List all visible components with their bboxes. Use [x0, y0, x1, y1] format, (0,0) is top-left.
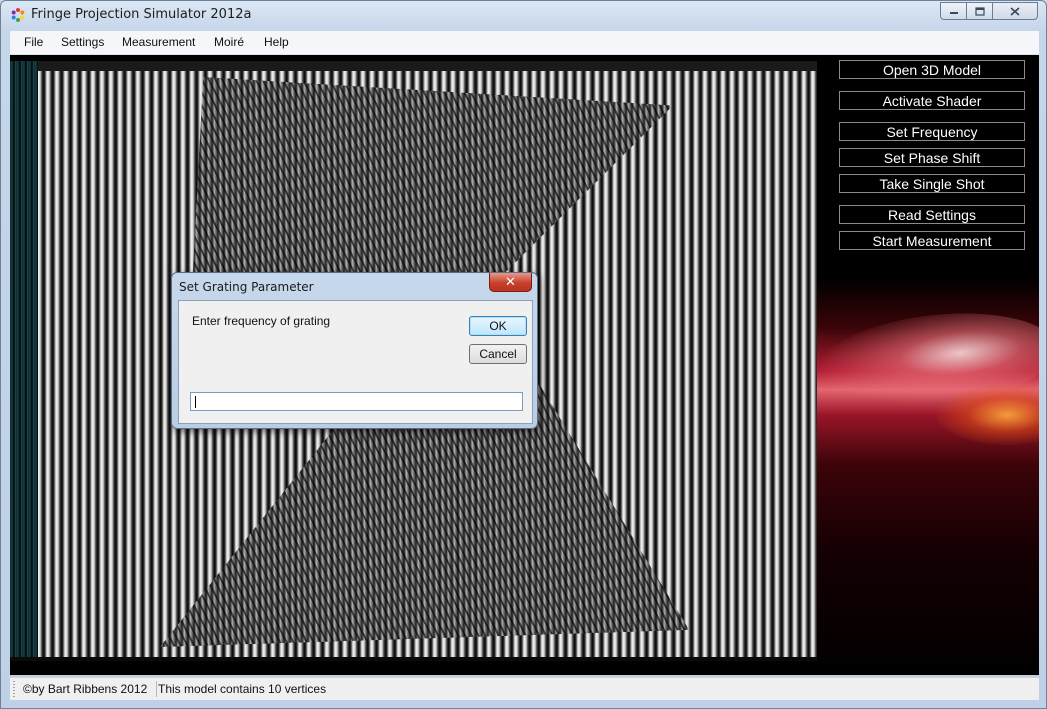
- menu-help[interactable]: Help: [264, 35, 289, 49]
- open-3d-model-button[interactable]: Open 3D Model: [839, 60, 1025, 79]
- fringe-edge: [10, 61, 40, 657]
- set-grating-dialog: Set Grating Parameter ✕ Enter frequency …: [171, 272, 538, 429]
- close-icon: [1010, 6, 1020, 16]
- dialog-title: Set Grating Parameter: [179, 280, 314, 294]
- close-icon: ✕: [505, 274, 516, 290]
- ok-button[interactable]: OK: [469, 316, 527, 336]
- menu-moire[interactable]: Moiré: [214, 35, 244, 49]
- status-info: This model contains 10 vertices: [158, 682, 327, 696]
- cancel-button[interactable]: Cancel: [469, 344, 527, 364]
- menu-bar: File Settings Measurement Moiré Help: [10, 31, 1039, 55]
- activate-shader-button[interactable]: Activate Shader: [839, 91, 1025, 110]
- status-copyright: ©by Bart Ribbens 2012: [23, 682, 148, 696]
- status-grip: [13, 681, 15, 697]
- maximize-icon: [974, 6, 985, 16]
- status-separator: [156, 681, 157, 697]
- set-frequency-button[interactable]: Set Frequency: [839, 122, 1025, 141]
- dialog-body: Enter frequency of grating OK Cancel: [178, 300, 533, 424]
- command-panel: Open 3D Model Activate Shader Set Freque…: [817, 55, 1039, 675]
- menu-settings[interactable]: Settings: [61, 35, 104, 49]
- read-settings-button[interactable]: Read Settings: [839, 205, 1025, 224]
- menu-file[interactable]: File: [24, 35, 43, 49]
- minimize-button[interactable]: [940, 2, 967, 20]
- fringe-top-band: [38, 61, 817, 71]
- window-controls: [940, 2, 1038, 20]
- frequency-input[interactable]: [190, 392, 523, 411]
- app-icon: [11, 8, 25, 22]
- minimize-icon: [949, 12, 958, 14]
- status-bar: ©by Bart Ribbens 2012 This model contain…: [10, 677, 1039, 700]
- dialog-close-button[interactable]: ✕: [489, 273, 532, 292]
- maximize-button[interactable]: [967, 2, 993, 20]
- text-caret: [195, 396, 196, 408]
- take-single-shot-button[interactable]: Take Single Shot: [839, 174, 1025, 193]
- viewport-bottom-edge: [10, 657, 817, 661]
- dialog-prompt: Enter frequency of grating: [192, 314, 331, 328]
- set-phase-shift-button[interactable]: Set Phase Shift: [839, 148, 1025, 167]
- start-measurement-button[interactable]: Start Measurement: [839, 231, 1025, 250]
- close-button[interactable]: [993, 2, 1038, 20]
- title-bar[interactable]: Fringe Projection Simulator 2012a: [1, 1, 1046, 31]
- window-title: Fringe Projection Simulator 2012a: [31, 7, 252, 22]
- menu-measurement[interactable]: Measurement: [122, 35, 195, 49]
